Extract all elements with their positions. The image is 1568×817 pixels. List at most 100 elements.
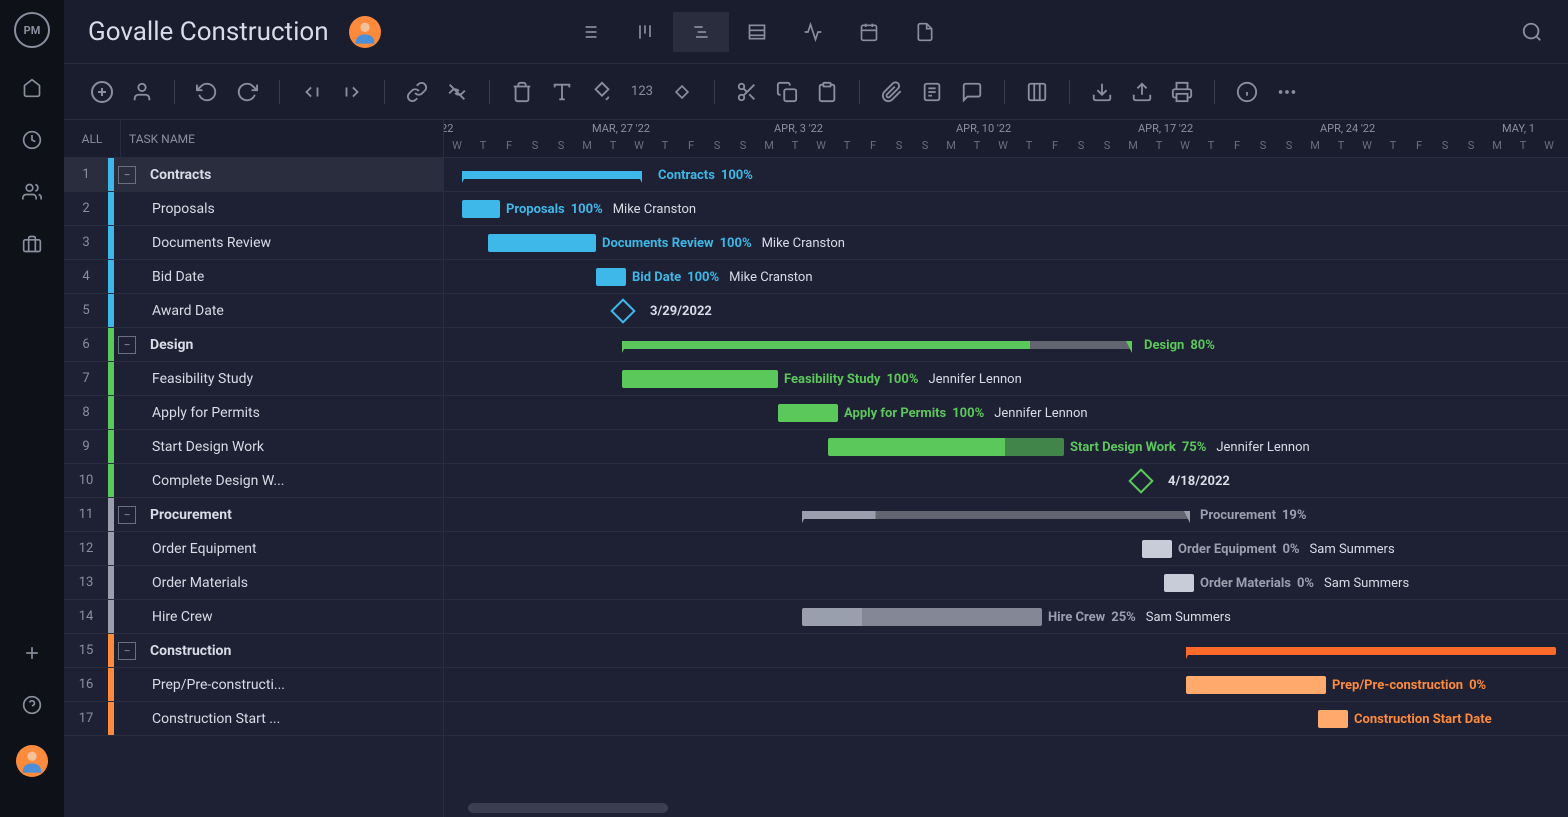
- comment-button[interactable]: [958, 78, 986, 106]
- cut-button[interactable]: [733, 78, 761, 106]
- gantt-row[interactable]: [444, 634, 1568, 668]
- gantt-row[interactable]: Bid Date100%Mike Cranston: [444, 260, 1568, 294]
- task-row[interactable]: 8Apply for Permits: [64, 396, 443, 430]
- link-button[interactable]: [403, 78, 431, 106]
- people-icon[interactable]: [20, 180, 44, 204]
- plus-icon[interactable]: [20, 641, 44, 665]
- unlink-button[interactable]: [443, 78, 471, 106]
- gantt-bar[interactable]: [778, 404, 838, 422]
- add-button[interactable]: [88, 78, 116, 106]
- collapse-button[interactable]: −: [118, 506, 136, 524]
- user-avatar[interactable]: [16, 745, 48, 777]
- gantt-bar[interactable]: [1186, 647, 1556, 655]
- task-row[interactable]: 17Construction Start ...: [64, 702, 443, 736]
- columns-button[interactable]: [1023, 78, 1051, 106]
- export-button[interactable]: [1128, 78, 1156, 106]
- indent-button[interactable]: [338, 78, 366, 106]
- collapse-button[interactable]: −: [118, 336, 136, 354]
- logo[interactable]: PM: [14, 12, 50, 48]
- info-button[interactable]: [1233, 78, 1261, 106]
- gantt-row[interactable]: Order Materials0%Sam Summers: [444, 566, 1568, 600]
- task-row[interactable]: 13Order Materials: [64, 566, 443, 600]
- milestone-icon[interactable]: [610, 298, 635, 323]
- delete-button[interactable]: [508, 78, 536, 106]
- gantt-bar[interactable]: [622, 370, 778, 388]
- task-row[interactable]: 1−Contracts: [64, 158, 443, 192]
- undo-button[interactable]: [193, 78, 221, 106]
- gantt-row[interactable]: 3/29/2022: [444, 294, 1568, 328]
- outdent-button[interactable]: [298, 78, 326, 106]
- milestone-icon[interactable]: [1128, 468, 1153, 493]
- task-row[interactable]: 3Documents Review: [64, 226, 443, 260]
- notes-button[interactable]: [918, 78, 946, 106]
- home-icon[interactable]: [20, 76, 44, 100]
- project-avatar[interactable]: [349, 16, 381, 48]
- print-button[interactable]: [1168, 78, 1196, 106]
- column-all[interactable]: ALL: [64, 132, 120, 146]
- column-task-name[interactable]: TASK NAME: [121, 132, 443, 146]
- collapse-button[interactable]: −: [118, 166, 136, 184]
- more-button[interactable]: [1273, 78, 1301, 106]
- gantt-row[interactable]: Order Equipment0%Sam Summers: [444, 532, 1568, 566]
- table-view-icon[interactable]: [729, 12, 785, 52]
- activity-view-icon[interactable]: [785, 12, 841, 52]
- task-row[interactable]: 4Bid Date: [64, 260, 443, 294]
- gantt-bar[interactable]: [1142, 540, 1172, 558]
- task-row[interactable]: 14Hire Crew: [64, 600, 443, 634]
- task-row[interactable]: 10Complete Design W...: [64, 464, 443, 498]
- gantt-row[interactable]: Feasibility Study100%Jennifer Lennon: [444, 362, 1568, 396]
- gantt-view-icon[interactable]: [673, 12, 729, 52]
- collapse-button[interactable]: −: [118, 642, 136, 660]
- task-row[interactable]: 9Start Design Work: [64, 430, 443, 464]
- gantt-bar[interactable]: [462, 200, 500, 218]
- calendar-view-icon[interactable]: [841, 12, 897, 52]
- task-row[interactable]: 2Proposals: [64, 192, 443, 226]
- task-row[interactable]: 12Order Equipment: [64, 532, 443, 566]
- scrollbar[interactable]: [468, 803, 668, 813]
- briefcase-icon[interactable]: [20, 232, 44, 256]
- gantt-row[interactable]: Proposals100%Mike Cranston: [444, 192, 1568, 226]
- redo-button[interactable]: [233, 78, 261, 106]
- gantt-row[interactable]: Construction Start Date: [444, 702, 1568, 736]
- task-row[interactable]: 15−Construction: [64, 634, 443, 668]
- gantt-bar[interactable]: [828, 438, 1064, 456]
- search-icon[interactable]: [1520, 20, 1544, 44]
- gantt-bar[interactable]: [596, 268, 626, 286]
- gantt-row[interactable]: Hire Crew25%Sam Summers: [444, 600, 1568, 634]
- help-icon[interactable]: [20, 693, 44, 717]
- task-row[interactable]: 5Award Date: [64, 294, 443, 328]
- gantt-row[interactable]: Procurement19%: [444, 498, 1568, 532]
- paste-button[interactable]: [813, 78, 841, 106]
- gantt-row[interactable]: Documents Review100%Mike Cranston: [444, 226, 1568, 260]
- gantt-bar[interactable]: [1318, 710, 1348, 728]
- task-row[interactable]: 7Feasibility Study: [64, 362, 443, 396]
- gantt-row[interactable]: Start Design Work75%Jennifer Lennon: [444, 430, 1568, 464]
- gantt-bar[interactable]: [802, 511, 1190, 519]
- gantt-row[interactable]: 4/18/2022: [444, 464, 1568, 498]
- gantt-bar[interactable]: [488, 234, 596, 252]
- gantt-row[interactable]: Apply for Permits100%Jennifer Lennon: [444, 396, 1568, 430]
- gantt-bar[interactable]: [462, 171, 642, 179]
- text-style-button[interactable]: [548, 78, 576, 106]
- color-button[interactable]: [588, 78, 616, 106]
- milestone-button[interactable]: [668, 78, 696, 106]
- task-row[interactable]: 6−Design: [64, 328, 443, 362]
- task-row[interactable]: 16Prep/Pre-constructi...: [64, 668, 443, 702]
- task-row[interactable]: 11−Procurement: [64, 498, 443, 532]
- copy-button[interactable]: [773, 78, 801, 106]
- gantt-chart[interactable]: 20 '22MAR, 27 '22APR, 3 '22APR, 10 '22AP…: [444, 120, 1568, 817]
- number-button[interactable]: 123: [628, 78, 656, 106]
- clock-icon[interactable]: [20, 128, 44, 152]
- gantt-row[interactable]: Design80%: [444, 328, 1568, 362]
- import-button[interactable]: [1088, 78, 1116, 106]
- assign-button[interactable]: [128, 78, 156, 106]
- gantt-bar[interactable]: [802, 608, 1042, 626]
- gantt-row[interactable]: Prep/Pre-construction0%: [444, 668, 1568, 702]
- gantt-row[interactable]: Contracts100%: [444, 158, 1568, 192]
- list-view-icon[interactable]: [561, 12, 617, 52]
- attachment-button[interactable]: [878, 78, 906, 106]
- gantt-bar[interactable]: [622, 341, 1132, 349]
- gantt-bar[interactable]: [1164, 574, 1194, 592]
- gantt-bar[interactable]: [1186, 676, 1326, 694]
- file-view-icon[interactable]: [897, 12, 953, 52]
